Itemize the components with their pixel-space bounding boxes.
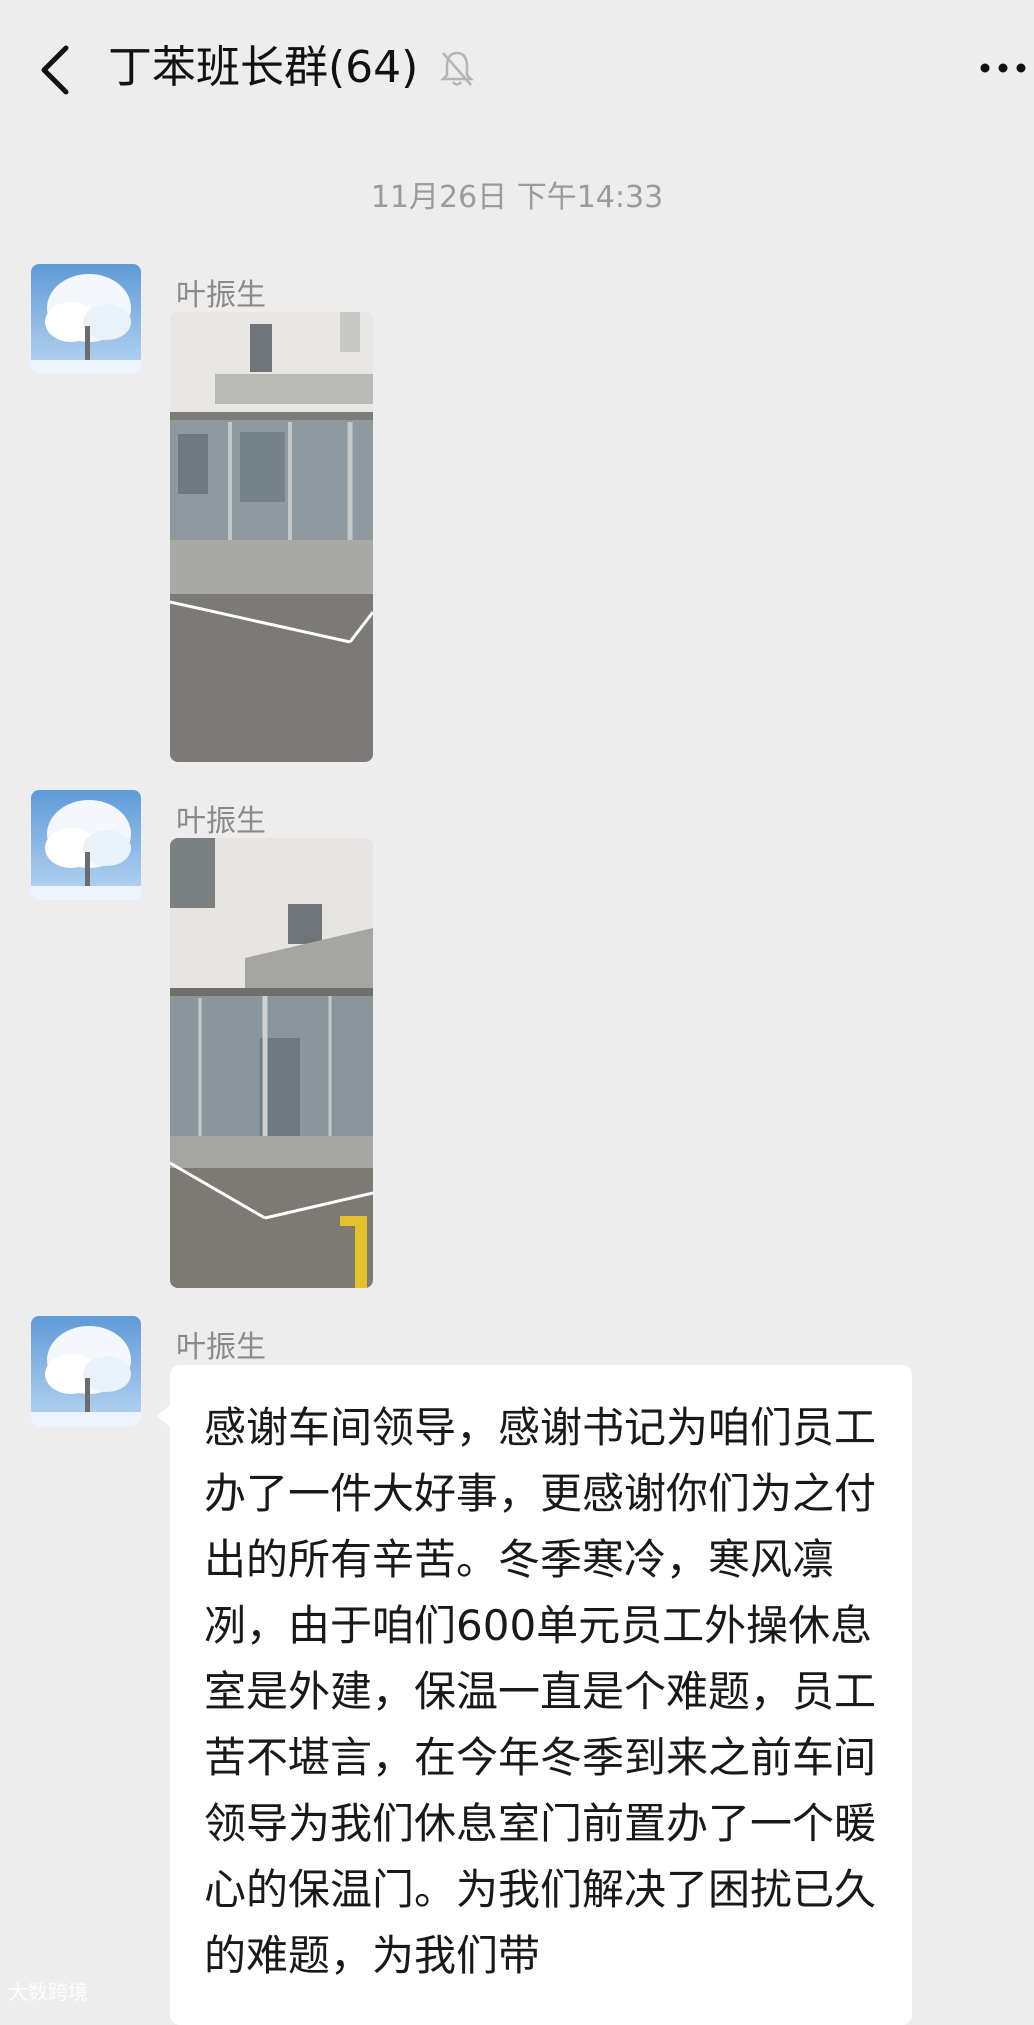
watermark: 大数跨境 [8,1980,88,2004]
avatar-frost-tree-image [31,1316,141,1426]
sender-name: 叶振生 [176,278,266,313]
back-icon[interactable] [36,42,76,98]
avatar-frost-tree-image [31,790,141,900]
sender-name: 叶振生 [176,804,266,839]
sender-name: 叶振生 [176,1330,266,1365]
chat-header: 丁苯班长群(64) [0,0,1034,140]
avatar[interactable] [31,264,141,374]
avatar[interactable] [31,1316,141,1426]
image-message[interactable] [170,312,373,762]
avatar[interactable] [31,790,141,900]
bubble-tail [157,1404,171,1428]
photo-insulated-door-1 [170,312,373,762]
mute-bell-icon [439,51,475,86]
more-icon[interactable] [978,60,1028,76]
chat-title: 丁苯班长群(64) [108,42,419,93]
photo-insulated-door-2 [170,838,373,1288]
text-message-bubble[interactable]: 感谢车间领导，感谢书记为咱们员工办了一件大好事，更感谢你们为之付出的所有辛苦。冬… [170,1365,912,2025]
image-message[interactable] [170,838,373,1288]
message-timestamp: 11月26日 下午14:33 [370,180,664,215]
message-text: 感谢车间领导，感谢书记为咱们员工办了一件大好事，更感谢你们为之付出的所有辛苦。冬… [204,1403,877,1980]
avatar-frost-tree-image [31,264,141,374]
